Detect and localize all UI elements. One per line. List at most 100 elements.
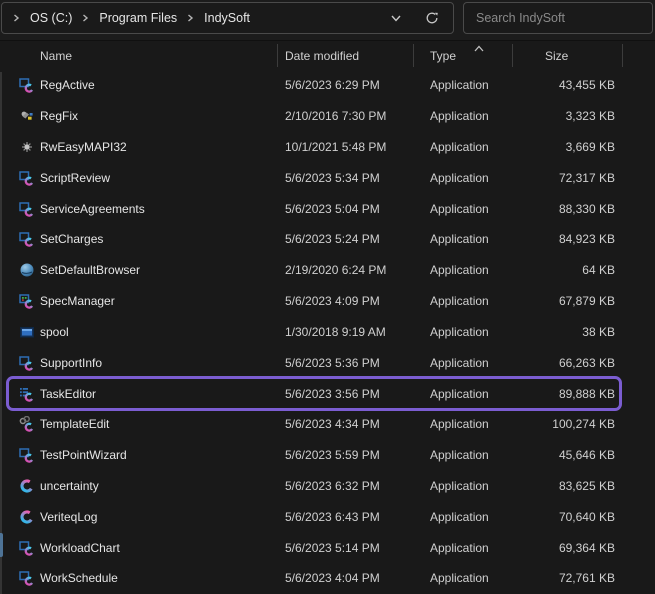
file-row[interactable]: RegActive 5/6/2023 6:29 PM Application 4… <box>0 70 655 101</box>
file-row[interactable]: TaskEditor 5/6/2023 3:56 PM Application … <box>0 378 655 409</box>
file-size: 83,625 KB <box>480 479 615 493</box>
file-size: 38 KB <box>480 325 615 339</box>
file-size: 64 KB <box>480 263 615 277</box>
column-divider[interactable] <box>622 44 623 67</box>
file-size: 67,879 KB <box>480 294 615 308</box>
column-divider[interactable] <box>277 44 278 67</box>
file-row[interactable]: ScriptReview 5/6/2023 5:34 PM Applicatio… <box>0 162 655 193</box>
search-input[interactable] <box>464 11 652 25</box>
file-date-modified: 5/6/2023 6:29 PM <box>285 78 380 92</box>
column-divider[interactable] <box>512 44 513 67</box>
file-name: ServiceAgreements <box>40 202 145 216</box>
file-size: 70,640 KB <box>480 510 615 524</box>
file-name: uncertainty <box>40 479 99 493</box>
search-box <box>463 2 653 34</box>
file-row[interactable]: RwEasyMAPI32 10/1/2021 5:48 PM Applicati… <box>0 132 655 163</box>
file-size: 3,669 KB <box>480 140 615 154</box>
file-date-modified: 5/6/2023 4:04 PM <box>285 571 380 585</box>
file-name: SpecManager <box>40 294 115 308</box>
file-date-modified: 1/30/2018 9:19 AM <box>285 325 386 339</box>
file-size: 43,455 KB <box>480 78 615 92</box>
sort-ascending-icon <box>472 41 486 59</box>
file-size: 88,330 KB <box>480 202 615 216</box>
file-row[interactable]: ServiceAgreements 5/6/2023 5:04 PM Appli… <box>0 193 655 224</box>
file-size: 66,263 KB <box>480 356 615 370</box>
file-row[interactable]: WorkloadChart 5/6/2023 5:14 PM Applicati… <box>0 532 655 563</box>
file-list: RegActive 5/6/2023 6:29 PM Application 4… <box>0 70 655 594</box>
column-header-row: Name Date modified Type Size <box>0 41 655 70</box>
indysoft-app-icon <box>19 355 35 371</box>
left-edge-divider <box>0 72 2 594</box>
file-name: spool <box>40 325 69 339</box>
file-name: WorkloadChart <box>40 541 120 555</box>
file-date-modified: 5/6/2023 5:04 PM <box>285 202 380 216</box>
breadcrumb-item[interactable]: OS (C:) <box>30 11 72 25</box>
file-row[interactable]: SpecManager 5/6/2023 4:09 PM Application… <box>0 286 655 317</box>
indysoft-app-icon <box>19 570 35 586</box>
column-header-size[interactable]: Size <box>545 49 568 63</box>
breadcrumb: OS (C:) Program Files IndySoft <box>12 11 385 25</box>
regfix-tool-icon <box>19 108 35 124</box>
indysoft-app-icon <box>19 231 35 247</box>
file-row[interactable]: WorkSchedule 5/6/2023 4:04 PM Applicatio… <box>0 563 655 594</box>
file-name: SetCharges <box>40 232 103 246</box>
file-size: 45,646 KB <box>480 448 615 462</box>
file-date-modified: 5/6/2023 5:34 PM <box>285 171 380 185</box>
file-date-modified: 5/6/2023 4:34 PM <box>285 417 380 431</box>
refresh-icon[interactable] <box>421 7 443 29</box>
spool-window-icon <box>19 324 35 340</box>
file-name: RwEasyMAPI32 <box>40 140 127 154</box>
file-row[interactable]: spool 1/30/2018 9:19 AM Application 38 K… <box>0 317 655 348</box>
indysoft-app-icon <box>19 447 35 463</box>
breadcrumb-chevron-icon <box>81 13 90 23</box>
file-row[interactable]: SupportInfo 5/6/2023 5:36 PM Application… <box>0 347 655 378</box>
task-list-icon <box>19 386 35 402</box>
file-row[interactable]: SetDefaultBrowser 2/19/2020 6:24 PM Appl… <box>0 255 655 286</box>
column-header-type[interactable]: Type <box>430 49 456 63</box>
file-row[interactable]: SetCharges 5/6/2023 5:24 PM Application … <box>0 224 655 255</box>
file-name: RegActive <box>40 78 95 92</box>
file-date-modified: 5/6/2023 4:09 PM <box>285 294 380 308</box>
file-row[interactable]: RegFix 2/10/2016 7:30 PM Application 3,3… <box>0 101 655 132</box>
file-date-modified: 5/6/2023 5:36 PM <box>285 356 380 370</box>
left-scrollbar-thumb[interactable] <box>0 533 3 557</box>
browser-globe-icon <box>19 262 35 278</box>
file-size: 72,317 KB <box>480 171 615 185</box>
indysoft-app-icon <box>19 540 35 556</box>
file-name: TestPointWizard <box>40 448 127 462</box>
file-date-modified: 2/19/2020 6:24 PM <box>285 263 386 277</box>
file-name: TaskEditor <box>40 387 96 401</box>
chevron-down-icon[interactable] <box>385 7 407 29</box>
file-date-modified: 2/10/2016 7:30 PM <box>285 109 386 123</box>
file-date-modified: 10/1/2021 5:48 PM <box>285 140 386 154</box>
file-row[interactable]: VeriteqLog 5/6/2023 6:43 PM Application … <box>0 501 655 532</box>
gradient-c-icon <box>19 478 35 494</box>
breadcrumb-chevron-icon <box>186 13 195 23</box>
file-name: VeriteqLog <box>40 510 97 524</box>
indysoft-app-icon <box>19 170 35 186</box>
spec-manager-icon <box>19 293 35 309</box>
column-divider[interactable] <box>413 44 414 67</box>
file-name: ScriptReview <box>40 171 110 185</box>
indysoft-app-icon <box>19 77 35 93</box>
file-date-modified: 5/6/2023 6:43 PM <box>285 510 380 524</box>
file-name: SupportInfo <box>40 356 102 370</box>
file-date-modified: 5/6/2023 6:32 PM <box>285 479 380 493</box>
file-date-modified: 5/6/2023 5:59 PM <box>285 448 380 462</box>
file-row[interactable]: uncertainty 5/6/2023 6:32 PM Application… <box>0 471 655 502</box>
column-header-date-modified[interactable]: Date modified <box>285 49 359 63</box>
column-header-name[interactable]: Name <box>40 49 72 63</box>
file-row[interactable]: TestPointWizard 5/6/2023 5:59 PM Applica… <box>0 440 655 471</box>
breadcrumb-item[interactable]: Program Files <box>99 11 177 25</box>
file-row[interactable]: TemplateEdit 5/6/2023 4:34 PM Applicatio… <box>0 409 655 440</box>
file-size: 72,761 KB <box>480 571 615 585</box>
file-date-modified: 5/6/2023 5:24 PM <box>285 232 380 246</box>
file-size: 69,364 KB <box>480 541 615 555</box>
breadcrumb-item[interactable]: IndySoft <box>204 11 250 25</box>
file-name: WorkSchedule <box>40 571 118 585</box>
file-date-modified: 5/6/2023 3:56 PM <box>285 387 380 401</box>
indysoft-app-icon <box>19 201 35 217</box>
file-name: RegFix <box>40 109 78 123</box>
address-bar[interactable]: OS (C:) Program Files IndySoft <box>1 2 454 34</box>
file-size: 100,274 KB <box>480 417 615 431</box>
